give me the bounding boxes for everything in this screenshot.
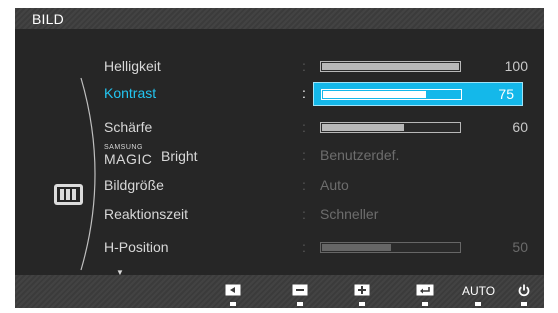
magic-brand-small: SAMSUNG bbox=[104, 144, 143, 151]
button-tick bbox=[359, 302, 365, 306]
magic-brand-big: MAGIC bbox=[104, 151, 153, 167]
menu-item-label: Schärfe bbox=[104, 119, 153, 135]
slider-fill bbox=[323, 91, 426, 98]
button-tick bbox=[475, 302, 481, 306]
h-position-slider[interactable] bbox=[320, 242, 461, 253]
button-tick bbox=[521, 302, 527, 306]
separator: : bbox=[302, 177, 306, 193]
enter-icon bbox=[416, 284, 434, 296]
menu-item-magic-bright[interactable]: SAMSUNG MAGIC Bright : Benutzerdef. bbox=[15, 144, 544, 168]
slider-value: 75 bbox=[498, 86, 514, 102]
separator: : bbox=[302, 206, 306, 222]
selected-highlight: 75 bbox=[313, 82, 523, 106]
separator: : bbox=[302, 85, 306, 101]
osd-menu: BILD Helligkeit : 100 Kontrast : 75 Schä… bbox=[15, 8, 544, 308]
button-tick bbox=[297, 302, 303, 306]
slider-fill bbox=[322, 244, 391, 251]
separator: : bbox=[302, 147, 306, 163]
menu-content: Helligkeit : 100 Kontrast : 75 Schärfe : bbox=[15, 29, 544, 275]
separator: : bbox=[302, 119, 306, 135]
minus-icon bbox=[292, 284, 308, 296]
setting-value: Auto bbox=[320, 177, 349, 193]
menu-title: BILD bbox=[32, 11, 64, 27]
menu-item-label: Bright bbox=[161, 148, 198, 164]
setting-value: Benutzerdef. bbox=[320, 147, 400, 163]
left-arrow-icon bbox=[225, 284, 241, 296]
menu-item-bildgroesse[interactable]: Bildgröße : Auto bbox=[15, 174, 544, 198]
button-tick bbox=[422, 302, 428, 306]
slider-value: 50 bbox=[512, 239, 528, 255]
menu-item-label: Helligkeit bbox=[104, 58, 161, 74]
separator: : bbox=[302, 239, 306, 255]
auto-button[interactable]: AUTO bbox=[462, 284, 496, 308]
menu-item-kontrast[interactable]: Kontrast : 75 bbox=[15, 82, 544, 106]
button-guide-bar: AUTO bbox=[15, 275, 544, 308]
title-bar: BILD bbox=[15, 8, 544, 29]
auto-label: AUTO bbox=[462, 284, 496, 298]
menu-item-label: Reaktionszeit bbox=[104, 206, 189, 222]
menu-item-label: H-Position bbox=[104, 239, 169, 255]
setting-value: Schneller bbox=[320, 206, 379, 222]
plus-icon bbox=[354, 284, 370, 296]
slider-fill bbox=[322, 124, 404, 131]
button-tick bbox=[230, 302, 236, 306]
contrast-slider[interactable] bbox=[321, 89, 462, 100]
menu-item-reaktionszeit[interactable]: Reaktionszeit : Schneller bbox=[15, 203, 544, 227]
slider-fill bbox=[322, 63, 459, 70]
sharpness-slider[interactable] bbox=[320, 122, 461, 133]
slider-value: 60 bbox=[512, 119, 528, 135]
menu-item-helligkeit[interactable]: Helligkeit : 100 bbox=[15, 55, 544, 79]
menu-item-schaerfe[interactable]: Schärfe : 60 bbox=[15, 116, 544, 140]
separator: : bbox=[302, 58, 306, 74]
menu-item-label: Bildgröße bbox=[104, 177, 164, 193]
power-icon bbox=[518, 284, 530, 297]
brightness-slider[interactable] bbox=[320, 61, 461, 72]
menu-item-label: Kontrast bbox=[104, 85, 157, 101]
slider-value: 100 bbox=[504, 58, 528, 74]
menu-item-h-position[interactable]: H-Position : 50 bbox=[15, 236, 544, 260]
